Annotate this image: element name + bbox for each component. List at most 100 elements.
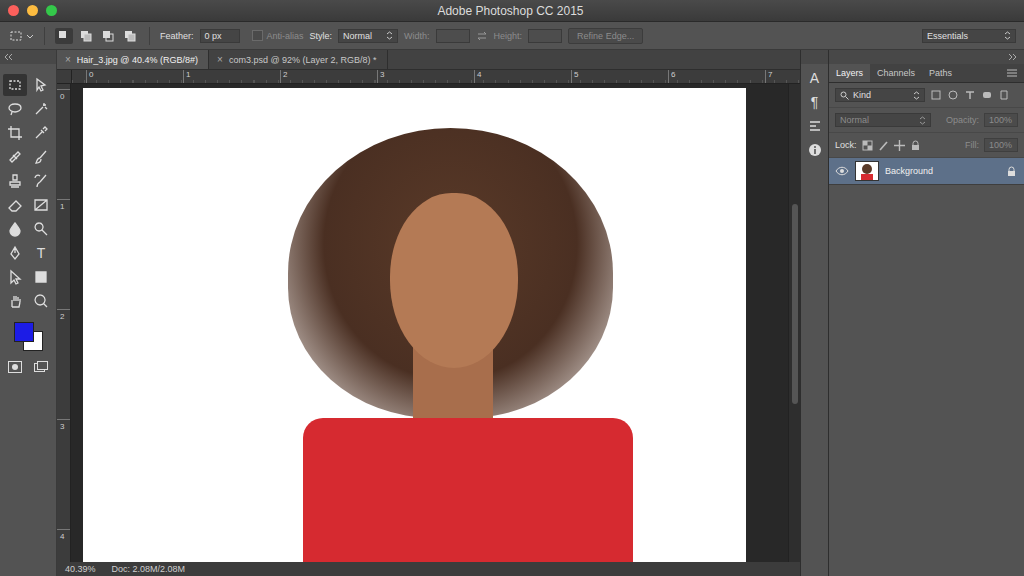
document-tab[interactable]: ×com3.psd @ 92% (Layer 2, RGB/8) * [209,50,388,69]
panel-tab[interactable]: Paths [922,64,959,82]
vertical-scrollbar[interactable] [788,84,800,562]
selection-mode-icon [123,29,137,43]
minimize-button[interactable] [27,5,38,16]
zoom-tool[interactable] [29,290,53,312]
panel-menu-icon[interactable] [1006,68,1018,78]
quick-mask-icon [7,360,23,374]
panel-button[interactable] [804,116,826,136]
style-select[interactable]: Normal [338,29,398,43]
selection-mode-button[interactable] [121,28,139,44]
canvas[interactable] [71,84,788,562]
anti-alias-checkbox[interactable]: Anti-alias [252,30,304,41]
panel-button[interactable]: A [804,68,826,88]
height-field[interactable] [528,29,562,43]
history-brush-icon [33,173,49,189]
lasso-tool[interactable] [3,98,27,120]
dodge-icon [33,221,49,237]
zoom-button[interactable] [46,5,57,16]
filter-type-icon[interactable] [930,89,942,101]
filter-type-icon[interactable] [964,89,976,101]
document-image [83,88,746,562]
zoom-level[interactable]: 40.39% [65,564,96,574]
collapse-button[interactable] [0,50,56,64]
lasso-icon [7,101,23,117]
title-bar: Adobe Photoshop CC 2015 [0,0,1024,22]
close-button[interactable] [8,5,19,16]
info-icon [808,143,822,157]
layer-list: Background [829,158,1024,576]
selection-mode-button[interactable] [77,28,95,44]
eyedropper-icon [33,125,49,141]
move-tool[interactable] [29,74,53,96]
path-select-icon [7,269,23,285]
foreground-color-swatch[interactable] [14,322,34,342]
tab-close-button[interactable]: × [65,54,71,65]
lock-label: Lock: [835,140,857,150]
filter-type-icon[interactable] [947,89,959,101]
workspace-select[interactable]: Essentials [922,29,1016,43]
panel-tab[interactable]: Layers [829,64,870,82]
gradient-tool[interactable] [29,194,53,216]
panel-icon-strip: A¶ [800,50,829,576]
lock-transparent-icon[interactable] [862,140,873,151]
panel-button[interactable] [804,140,826,160]
lock-pixels-icon[interactable] [878,140,889,151]
swap-icon[interactable] [476,30,488,42]
marquee-tool[interactable] [3,74,27,96]
updown-arrow-icon [386,31,393,40]
eyedropper-tool[interactable] [29,122,53,144]
color-swatches[interactable] [12,320,44,352]
magic-wand-icon [33,101,49,117]
document-tab[interactable]: ×Hair_3.jpg @ 40.4% (RGB/8#) [57,50,209,69]
path-select-tool[interactable] [3,266,27,288]
magic-wand-tool[interactable] [29,98,53,120]
healing-tool[interactable] [3,146,27,168]
lock-icon [1007,166,1016,177]
eye-icon[interactable] [835,166,849,176]
feather-field[interactable]: 0 px [200,29,240,43]
panel-tab[interactable]: Channels [870,64,922,82]
stamp-icon [7,173,23,189]
history-brush-tool[interactable] [29,170,53,192]
pen-tool[interactable] [3,242,27,264]
selection-mode-button[interactable] [55,28,73,44]
quick-mask-button[interactable] [3,356,27,378]
filter-type-icon[interactable] [998,89,1010,101]
hand-icon [7,293,23,309]
panel-button[interactable]: ¶ [804,92,826,112]
tools-panel: T [0,50,57,576]
layer-thumbnail [855,161,879,181]
layer-filter-select[interactable]: Kind [835,88,925,102]
eraser-tool[interactable] [3,194,27,216]
blur-tool[interactable] [3,218,27,240]
status-bar: 40.39%Doc: 2.08M/2.08M [57,562,800,576]
shape-tool[interactable] [29,266,53,288]
lock-position-icon[interactable] [894,140,905,151]
hand-tool[interactable] [3,290,27,312]
dodge-tool[interactable] [29,218,53,240]
blend-mode-select[interactable]: Normal [835,113,931,127]
healing-icon [7,149,23,165]
collapse-icon[interactable] [1008,54,1018,60]
layer-row[interactable]: Background [829,158,1024,185]
updown-arrow-icon [1004,31,1011,40]
brush-tool[interactable] [29,146,53,168]
tab-close-button[interactable]: × [217,54,223,65]
photoshop-window: Adobe Photoshop CC 2015Feather:0 pxAnti-… [0,0,1024,576]
dropdown-arrow-icon [26,32,34,40]
refine-edge-button[interactable]: Refine Edge... [568,28,643,44]
filter-type-icon[interactable] [981,89,993,101]
type-tool[interactable]: T [29,242,53,264]
opacity-field[interactable]: 100% [984,113,1018,127]
screen-mode-button[interactable] [29,356,53,378]
fill-field[interactable]: 100% [984,138,1018,152]
stamp-tool[interactable] [3,170,27,192]
blur-icon [7,221,23,237]
tool-preset-picker[interactable] [8,28,34,44]
fill-label: Fill: [965,140,979,150]
lock-all-icon[interactable] [910,140,921,151]
selection-mode-button[interactable] [99,28,117,44]
width-field[interactable] [436,29,470,43]
screen-mode-icon [33,360,49,374]
crop-tool[interactable] [3,122,27,144]
